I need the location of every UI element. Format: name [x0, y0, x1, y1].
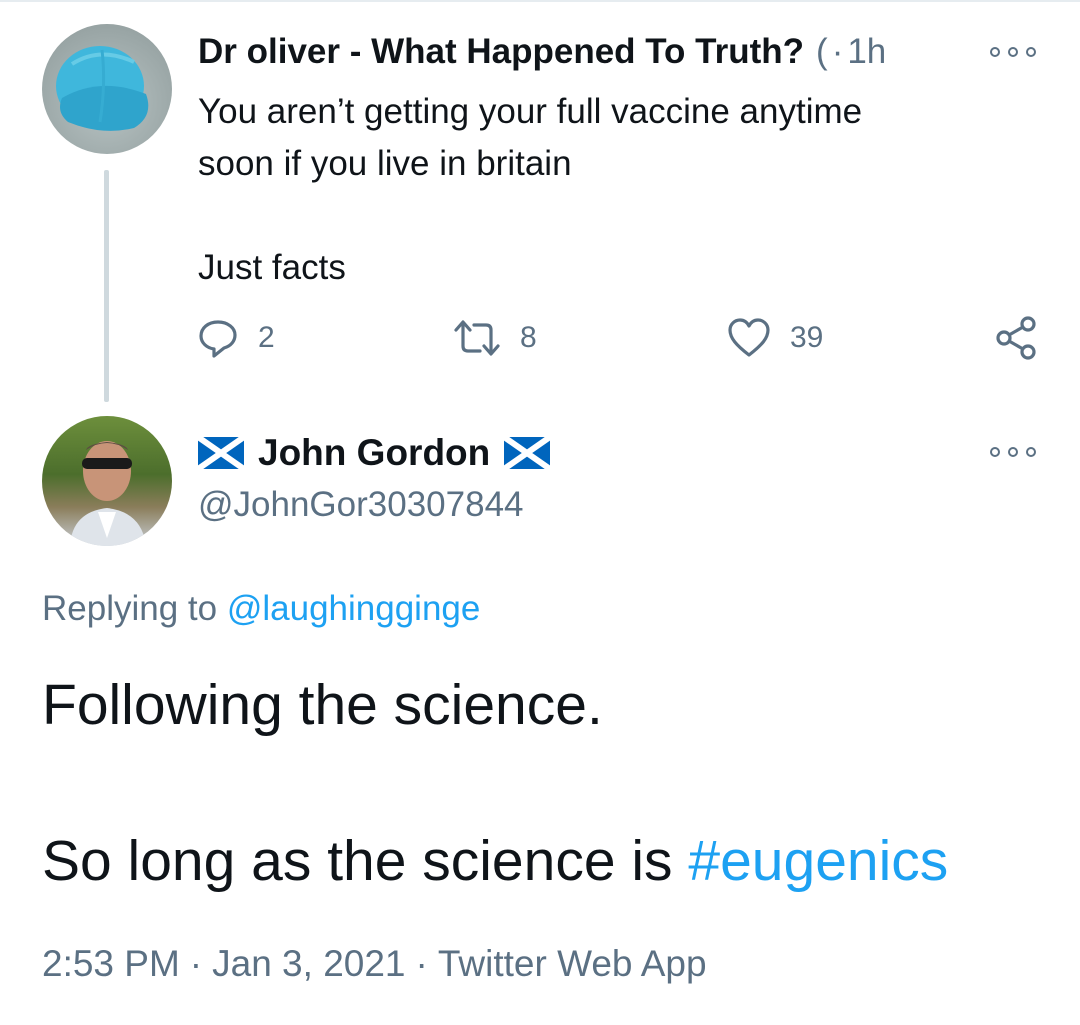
- heart-icon: [726, 316, 772, 360]
- more-dot-icon: [1026, 47, 1036, 57]
- avatar-john[interactable]: [42, 416, 172, 546]
- meta-separator: ·: [415, 943, 428, 984]
- like-count: 39: [790, 321, 824, 354]
- man-avatar-image: [70, 441, 146, 546]
- parent-tweet-header: Dr oliver - What Happened To Truth? (· 1h: [198, 30, 886, 74]
- reply-text-prefix: So long as the science is: [42, 829, 673, 893]
- replying-to-label: Replying to: [42, 589, 218, 628]
- reply-button[interactable]: 2: [196, 312, 275, 364]
- more-dot-icon: [1026, 447, 1036, 457]
- scotland-flag-icon: [504, 437, 551, 469]
- retweet-count: 8: [520, 321, 537, 354]
- reply-tweet-header: John Gordon: [198, 430, 551, 476]
- parent-tweet-text: You aren’t getting your full vaccine any…: [198, 86, 1018, 294]
- reply-more-options-button[interactable]: [990, 442, 1036, 462]
- reply-tweet-text: Following the science. So long as the sc…: [42, 665, 1042, 901]
- more-dot-icon: [990, 447, 1000, 457]
- scotland-flag-icon: [198, 437, 244, 469]
- parent-more-options-button[interactable]: [990, 42, 1036, 62]
- top-divider: [0, 0, 1080, 2]
- parent-tweet-actions: 2 8 39: [196, 312, 1046, 364]
- reply-count: 2: [258, 321, 275, 354]
- hashtag-link[interactable]: #eugenics: [688, 829, 948, 893]
- reply-icon: [196, 316, 240, 360]
- avatar-oliver[interactable]: [42, 24, 172, 154]
- reply-author-name[interactable]: John Gordon: [258, 430, 490, 476]
- more-dot-icon: [1008, 447, 1018, 457]
- parent-time-ago[interactable]: 1h: [847, 32, 886, 71]
- reply-text-line: So long as the science is #eugenics: [42, 821, 1042, 901]
- parent-text-line: soon if you live in britain: [198, 144, 572, 183]
- more-dot-icon: [1008, 47, 1018, 57]
- more-dot-icon: [990, 47, 1000, 57]
- retweet-button[interactable]: 8: [452, 312, 537, 364]
- share-button[interactable]: [992, 312, 1040, 364]
- retweet-icon: [452, 316, 502, 360]
- parent-text-line: Just facts: [198, 248, 346, 287]
- header-separator: ·: [831, 32, 844, 71]
- reply-text-line: Following the science.: [42, 673, 603, 737]
- parent-author-name[interactable]: Dr oliver - What Happened To Truth?: [198, 32, 804, 71]
- thread-line: [104, 170, 109, 402]
- parent-author-name-truncated: (: [816, 32, 828, 71]
- share-icon: [992, 314, 1040, 362]
- like-button[interactable]: 39: [726, 312, 823, 364]
- tweet-date[interactable]: Jan 3, 2021: [212, 943, 405, 984]
- replying-to-line: Replying to @laughingginge: [42, 586, 480, 632]
- replying-to-handle-link[interactable]: @laughingginge: [227, 589, 481, 628]
- tweet-metadata: 2:53 PM · Jan 3, 2021 · Twitter Web App: [42, 940, 707, 988]
- cap-avatar-image: [56, 46, 149, 131]
- tweet-source: Twitter Web App: [437, 943, 707, 984]
- parent-text-line: You aren’t getting your full vaccine any…: [198, 92, 863, 131]
- reply-author-handle[interactable]: @JohnGor30307844: [198, 482, 524, 528]
- meta-separator: ·: [189, 943, 203, 984]
- tweet-time[interactable]: 2:53 PM: [42, 943, 180, 984]
